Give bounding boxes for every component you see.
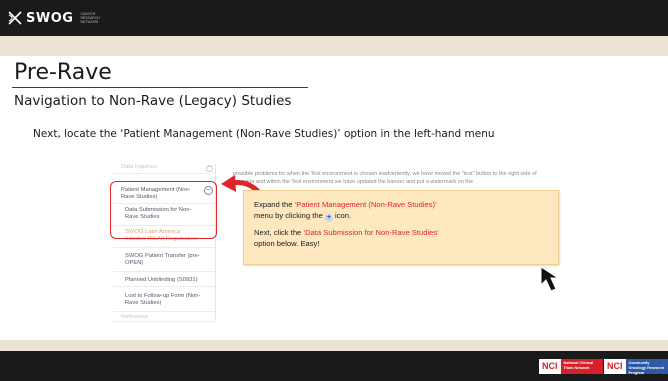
nci-abbr: NCI: [539, 359, 561, 374]
nci-nctn-logo: NCI National Clinical Trials Network: [539, 359, 603, 374]
instruction-callout: Expand the ‘Patient Management (Non-Rave…: [243, 190, 559, 265]
nci-program-name: National Clinical Trials Network: [560, 359, 603, 374]
nci-abbr: NCI: [604, 359, 626, 374]
plus-circle-icon: +: [324, 214, 333, 222]
nci-ncorp-logo: NCI Community Oncology Research Program: [604, 359, 668, 375]
callout-text: Expand the: [254, 200, 295, 209]
callout-text: icon.: [332, 211, 352, 220]
callout-text: Next, click the: [254, 228, 304, 237]
mouse-cursor-icon: [540, 266, 560, 292]
callout-step-2: Next, click the ‘Data Submission for Non…: [254, 227, 548, 249]
nci-program-name: Community Oncology Research Program: [625, 359, 668, 375]
callout-text: option below. Easy!: [254, 239, 320, 248]
callout-highlight-patient-management: ‘Patient Management (Non-Rave Studies)’: [294, 200, 437, 209]
footer-band: [0, 340, 668, 351]
callout-text: menu by clicking the: [254, 211, 325, 220]
callout-highlight-data-submission: ‘Data Submission for Non-Rave Studies’: [303, 228, 439, 237]
callout-step-1: Expand the ‘Patient Management (Non-Rave…: [254, 199, 548, 222]
